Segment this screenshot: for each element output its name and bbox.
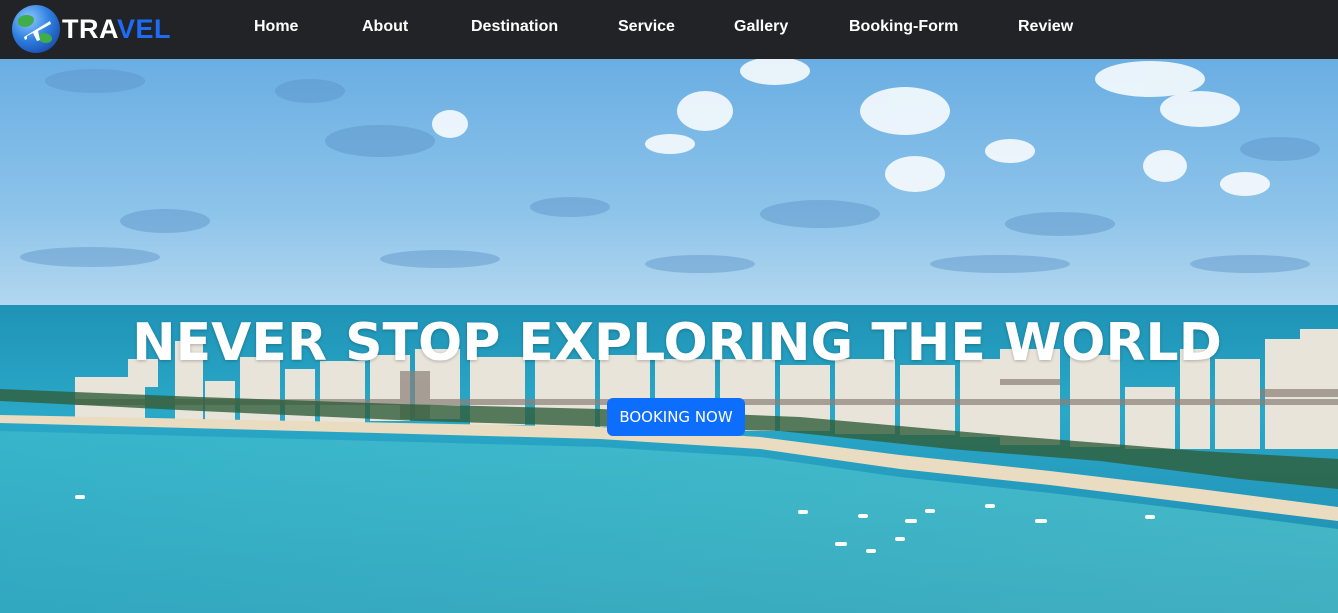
nav-link-gallery[interactable]: Gallery: [734, 0, 788, 59]
nav-link-about[interactable]: About: [362, 0, 408, 59]
hero-title: NEVER STOP EXPLORING THE WORLD: [132, 313, 1222, 373]
booking-now-button[interactable]: BOOKING NOW: [607, 398, 745, 436]
brand-name-white: TRA: [62, 14, 117, 44]
nav-link-home[interactable]: Home: [254, 0, 298, 59]
brand-name: TRAVEL: [62, 3, 171, 55]
nav-link-booking-form[interactable]: Booking-Form: [849, 0, 958, 59]
navbar: TRAVEL Home About Destination Service Ga…: [0, 0, 1338, 59]
hero-section: NEVER STOP EXPLORING THE WORLD BOOKING N…: [0, 59, 1338, 613]
globe-airplane-icon: [12, 5, 60, 53]
nav-link-destination[interactable]: Destination: [471, 0, 558, 59]
nav-link-review[interactable]: Review: [1018, 0, 1073, 59]
nav-link-service[interactable]: Service: [618, 0, 675, 59]
brand-name-blue: VEL: [117, 14, 172, 44]
brand-logo[interactable]: TRAVEL: [12, 3, 171, 55]
